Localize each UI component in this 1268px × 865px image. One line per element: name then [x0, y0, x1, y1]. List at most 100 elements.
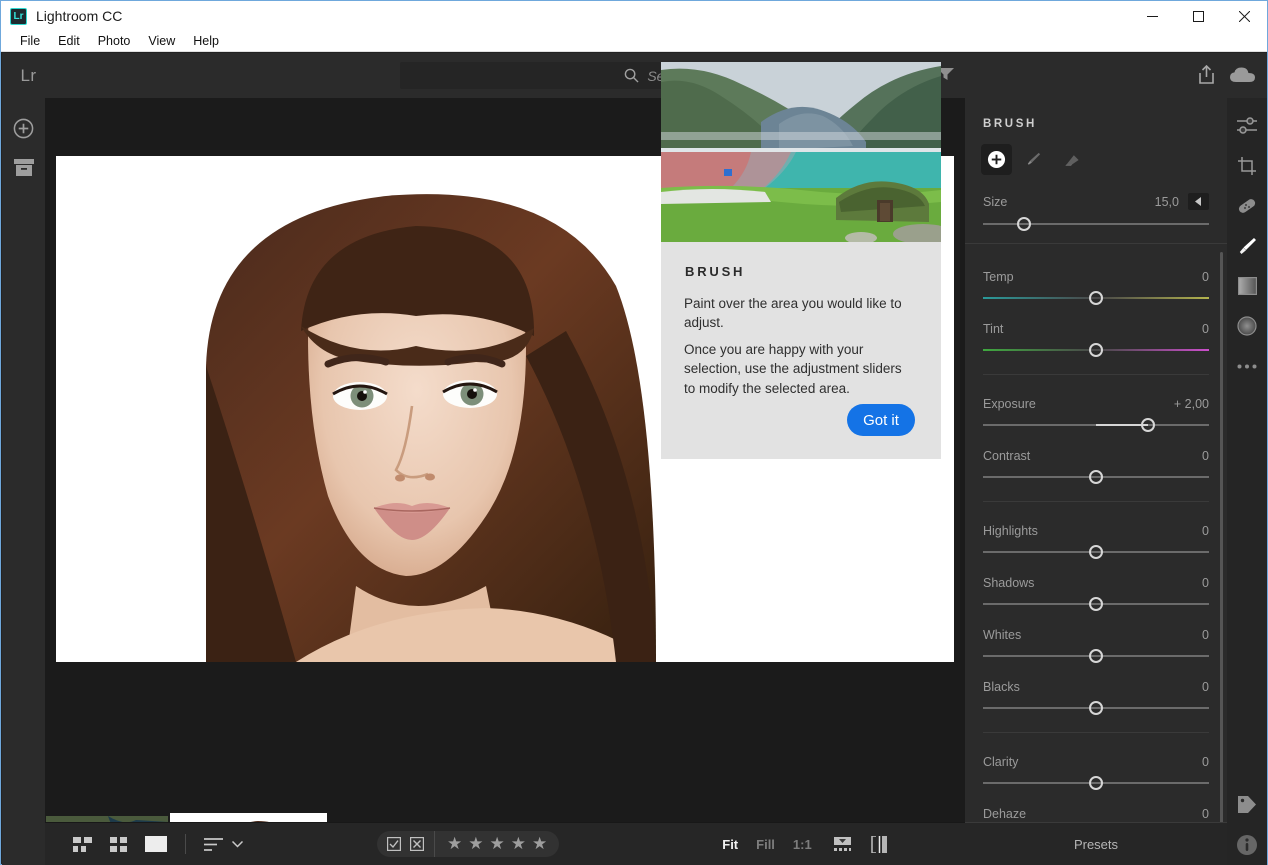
grid-compare-view-button[interactable] [73, 836, 92, 852]
temp-slider-knob[interactable] [1089, 291, 1103, 305]
brush-tool-button[interactable] [1227, 226, 1267, 266]
before-after-button[interactable] [870, 835, 888, 853]
archive-icon [13, 159, 34, 177]
lightroom-brand-logo[interactable]: Lr [2, 66, 55, 86]
menu-view[interactable]: View [139, 32, 184, 50]
panel-title: BRUSH [983, 118, 1037, 130]
presets-button[interactable]: Presets [965, 822, 1227, 865]
got-it-button[interactable]: Got it [847, 404, 915, 436]
minimize-button[interactable] [1129, 1, 1175, 31]
shadows-value: 0 [1202, 576, 1209, 590]
whites-slider-knob[interactable] [1089, 649, 1103, 663]
highlights-slider[interactable]: Highlights 0 [983, 524, 1209, 559]
maximize-button[interactable] [1175, 1, 1221, 31]
before-after-icon [870, 835, 888, 853]
albums-button[interactable] [2, 148, 45, 188]
grid-compare-icon [73, 836, 92, 852]
size-slider-track[interactable] [983, 217, 1209, 231]
zoom-mode-fit[interactable]: Fit [722, 837, 738, 852]
clarity-slider-track[interactable] [983, 776, 1209, 790]
flag-reject-icon[interactable] [410, 837, 424, 851]
clarity-slider-knob[interactable] [1089, 776, 1103, 790]
temp-label: Temp [983, 270, 1014, 284]
filmstrip-toggle-button[interactable] [832, 836, 853, 852]
tint-slider-knob[interactable] [1089, 343, 1103, 357]
star-icon[interactable]: ★ [447, 834, 462, 854]
star-icon[interactable]: ★ [490, 834, 505, 854]
zoom-mode-fill[interactable]: Fill [756, 837, 775, 852]
exposure-value: + 2,00 [1173, 397, 1209, 411]
cloud-icon[interactable] [1230, 67, 1256, 83]
heal-tool-button[interactable] [1227, 186, 1267, 226]
crop-tool-button[interactable] [1227, 146, 1267, 186]
whites-value: 0 [1202, 628, 1209, 642]
right-icon-rail [1227, 98, 1267, 865]
blacks-slider[interactable]: Blacks 0 [983, 680, 1209, 715]
blacks-slider-track[interactable] [983, 701, 1209, 715]
highlights-slider-track[interactable] [983, 545, 1209, 559]
star-icon[interactable]: ★ [468, 834, 483, 854]
temp-slider[interactable]: Temp 0 [983, 270, 1209, 305]
edit-tool-button[interactable] [1227, 106, 1267, 146]
contrast-label: Contrast [983, 449, 1031, 463]
tint-slider-track[interactable] [983, 343, 1209, 357]
tooltip-paragraph-1: Paint over the area you would like to ad… [684, 296, 902, 331]
edit-panel: BRUSH Size 15,0 Temp 0 Tint 0 Exposure +… [965, 98, 1227, 865]
whites-slider[interactable]: Whites 0 [983, 628, 1209, 663]
menu-edit[interactable]: Edit [49, 32, 89, 50]
star-icon[interactable]: ★ [532, 834, 547, 854]
menu-photo[interactable]: Photo [89, 32, 140, 50]
linear-gradient-icon [1237, 277, 1257, 295]
tint-slider[interactable]: Tint 0 [983, 322, 1209, 357]
brush-add-button[interactable] [981, 144, 1012, 175]
keywords-button[interactable] [1227, 785, 1267, 825]
search-icon [624, 68, 639, 83]
close-button[interactable] [1221, 1, 1267, 31]
linear-gradient-tool-button[interactable] [1227, 266, 1267, 306]
temp-slider-track[interactable] [983, 291, 1209, 305]
flag-pick-icon[interactable] [387, 837, 401, 851]
bandage-icon [1237, 196, 1257, 216]
divider [983, 732, 1209, 733]
brush-paint-button[interactable] [1018, 144, 1049, 175]
menu-file[interactable]: File [11, 32, 49, 50]
panel-scrollbar[interactable] [1220, 252, 1223, 852]
star-rating[interactable]: ★ ★ ★ ★ ★ [434, 831, 559, 857]
grid-view-button[interactable] [110, 836, 127, 852]
tooltip-preview-image [661, 62, 941, 242]
star-icon[interactable]: ★ [511, 834, 526, 854]
tint-value: 0 [1202, 322, 1209, 336]
adjustment-sliders: Temp 0 Tint 0 Exposure + 2,00 Contrast 0… [965, 246, 1227, 865]
window-title: Lightroom CC [36, 8, 123, 24]
sort-button[interactable] [204, 837, 243, 851]
highlights-slider-knob[interactable] [1089, 545, 1103, 559]
info-button[interactable] [1227, 825, 1267, 865]
contrast-slider[interactable]: Contrast 0 [983, 449, 1209, 484]
exposure-slider-knob[interactable] [1140, 418, 1155, 432]
shadows-slider-knob[interactable] [1089, 597, 1103, 611]
exposure-label: Exposure [983, 397, 1036, 411]
exposure-slider-track[interactable] [983, 418, 1209, 432]
size-slider[interactable]: Size 15,0 [983, 193, 1209, 231]
clarity-slider[interactable]: Clarity 0 [983, 755, 1209, 790]
blacks-slider-knob[interactable] [1089, 701, 1103, 715]
brush-erase-button[interactable] [1055, 144, 1086, 175]
tooltip-paragraph-2: Once you are happy with your selection, … [684, 342, 902, 396]
more-tools-button[interactable] [1227, 346, 1267, 386]
zoom-mode-1-1[interactable]: 1:1 [793, 837, 812, 852]
share-icon[interactable] [1198, 65, 1215, 84]
menu-help[interactable]: Help [184, 32, 228, 50]
radial-gradient-tool-button[interactable] [1227, 306, 1267, 346]
clarity-label: Clarity [983, 755, 1019, 769]
caret-left-icon[interactable] [1188, 193, 1209, 210]
shadows-slider[interactable]: Shadows 0 [983, 576, 1209, 611]
contrast-slider-knob[interactable] [1089, 470, 1103, 484]
shadows-slider-track[interactable] [983, 597, 1209, 611]
add-photos-button[interactable] [2, 108, 45, 148]
single-photo-view-button[interactable] [145, 836, 167, 852]
exposure-slider[interactable]: Exposure + 2,00 [983, 397, 1209, 432]
size-slider-knob[interactable] [1016, 217, 1031, 231]
contrast-slider-track[interactable] [983, 470, 1209, 484]
whites-slider-track[interactable] [983, 649, 1209, 663]
flag-controls[interactable] [377, 831, 434, 857]
